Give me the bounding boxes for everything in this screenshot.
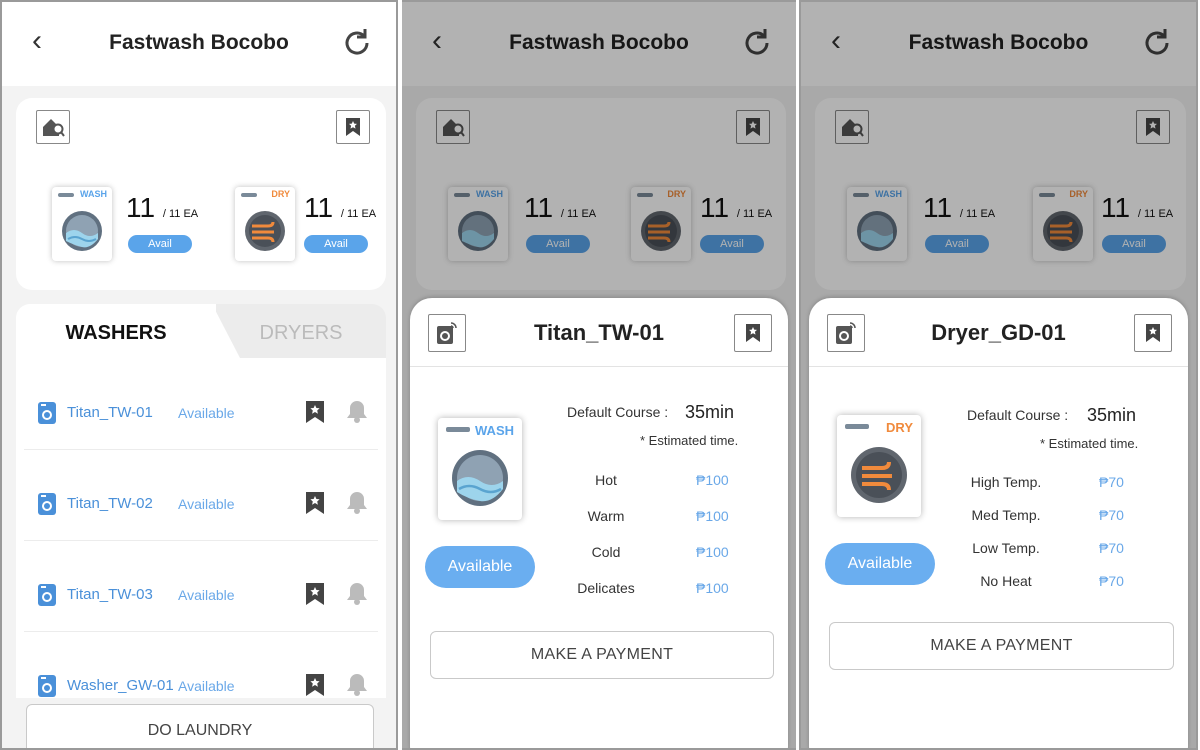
machine-tabs: DRYERS WASHERS (16, 304, 386, 358)
washer-avail-badge: Avail (128, 235, 192, 253)
option-price: ₱100 (696, 472, 729, 488)
divider (809, 366, 1188, 367)
option-name[interactable]: No Heat (951, 573, 1061, 589)
bookmark-icon[interactable] (305, 582, 325, 606)
make-payment-button[interactable]: MAKE A PAYMENT (829, 622, 1174, 670)
machine-title: Dryer_GD-01 (931, 320, 1066, 345)
machine-status: Available (178, 496, 235, 512)
status-badge: Available (425, 546, 535, 588)
bookmark-icon[interactable] (305, 400, 325, 424)
washer-detail-panel: ‹ Fastwash Bocobo WASH 11 / 11 EA Avail … (402, 0, 796, 750)
machine-name: Titan_TW-02 (67, 495, 153, 512)
app-header: ‹ Fastwash Bocobo (2, 2, 396, 86)
dryer-detail-panel: ‹ Fastwash Bocobo WASH 11 / 11 EA Avail … (799, 0, 1198, 750)
tab-washers[interactable]: WASHERS (16, 304, 216, 358)
refresh-icon[interactable] (340, 26, 374, 60)
bookmark-icon[interactable] (305, 673, 325, 697)
dryer-count: 11 (304, 192, 334, 223)
washer-icon: WASH (438, 418, 522, 520)
bookmark-icon[interactable] (734, 314, 772, 352)
course-label: Default Course : (967, 407, 1069, 423)
machine-status: Available (178, 678, 235, 694)
option-name[interactable]: Hot (551, 472, 661, 488)
divider (410, 366, 788, 367)
machine-title: Titan_TW-01 (534, 320, 664, 345)
washer-summary-icon: WASH (52, 187, 112, 261)
list-item[interactable]: Washer_GW-01 Available (24, 631, 378, 698)
bookmark-icon[interactable] (336, 110, 370, 144)
store-search-icon[interactable] (36, 110, 70, 144)
option-price: ₱70 (1099, 540, 1124, 556)
page-title: Fastwash Bocobo (109, 31, 289, 54)
bookmark-icon[interactable] (1134, 314, 1172, 352)
option-price: ₱70 (1099, 474, 1124, 490)
machine-list: Titan_TW-01 Available Titan_TW-02 Availa… (16, 358, 386, 698)
bell-icon[interactable] (346, 490, 368, 514)
washer-icon (38, 493, 56, 515)
machine-name: Titan_TW-01 (67, 404, 153, 421)
dryer-total: / 11 EA (340, 208, 377, 220)
washer-icon (38, 675, 56, 697)
machine-status: Available (178, 405, 235, 421)
machine-name: Washer_GW-01 (67, 677, 174, 694)
availability-card: WASH 11 / 11 EA Avail DRY 11 / 11 EA Ava… (16, 98, 386, 290)
option-price: ₱100 (696, 544, 729, 560)
dryer-summary-icon: DRY (235, 187, 295, 261)
tab-divider (212, 304, 240, 358)
washer-icon (38, 584, 56, 606)
dryer-icon: DRY (837, 415, 921, 517)
dryer-avail-badge: Avail (304, 235, 368, 253)
machine-detail-sheet: Dryer_GD-01 DRY Available Default Course… (809, 298, 1188, 748)
estimated-note: * Estimated time. (1040, 436, 1139, 451)
course-value: 35min (685, 402, 735, 422)
option-name[interactable]: Warm (551, 508, 661, 524)
option-name[interactable]: Delicates (551, 580, 661, 596)
washer-count: 11 (126, 192, 156, 223)
tab-dryers[interactable]: DRYERS (216, 304, 386, 358)
option-price: ₱70 (1099, 573, 1124, 589)
list-item[interactable]: Titan_TW-02 Available (24, 449, 378, 541)
bell-icon[interactable] (346, 581, 368, 605)
list-item[interactable]: Titan_TW-03 Available (24, 540, 378, 632)
make-payment-button[interactable]: MAKE A PAYMENT (430, 631, 774, 679)
estimated-note: * Estimated time. (640, 433, 739, 448)
option-name[interactable]: Low Temp. (951, 540, 1061, 556)
machine-status: Available (178, 587, 235, 603)
bell-icon[interactable] (346, 399, 368, 423)
bookmark-icon[interactable] (305, 491, 325, 515)
main-screen-panel: ‹ Fastwash Bocobo WASH 11 / 11 EA Avail … (0, 0, 398, 750)
washer-icon (38, 402, 56, 424)
machine-name: Titan_TW-03 (67, 586, 153, 603)
option-name[interactable]: Cold (551, 544, 661, 560)
washer-total: / 11 EA (162, 208, 199, 220)
status-badge: Available (825, 543, 935, 585)
machine-detail-sheet: Titan_TW-01 WASH Available Default Cours… (410, 298, 788, 748)
option-price: ₱70 (1099, 507, 1124, 523)
do-laundry-button[interactable]: DO LAUNDRY (26, 704, 374, 748)
course-value: 35min (1087, 405, 1137, 425)
option-price: ₱100 (696, 508, 729, 524)
course-label: Default Course : (567, 404, 669, 420)
list-item[interactable]: Titan_TW-01 Available (24, 358, 378, 450)
bell-icon[interactable] (346, 672, 368, 696)
option-name[interactable]: High Temp. (951, 474, 1061, 490)
option-price: ₱100 (696, 580, 729, 596)
option-name[interactable]: Med Temp. (951, 507, 1061, 523)
